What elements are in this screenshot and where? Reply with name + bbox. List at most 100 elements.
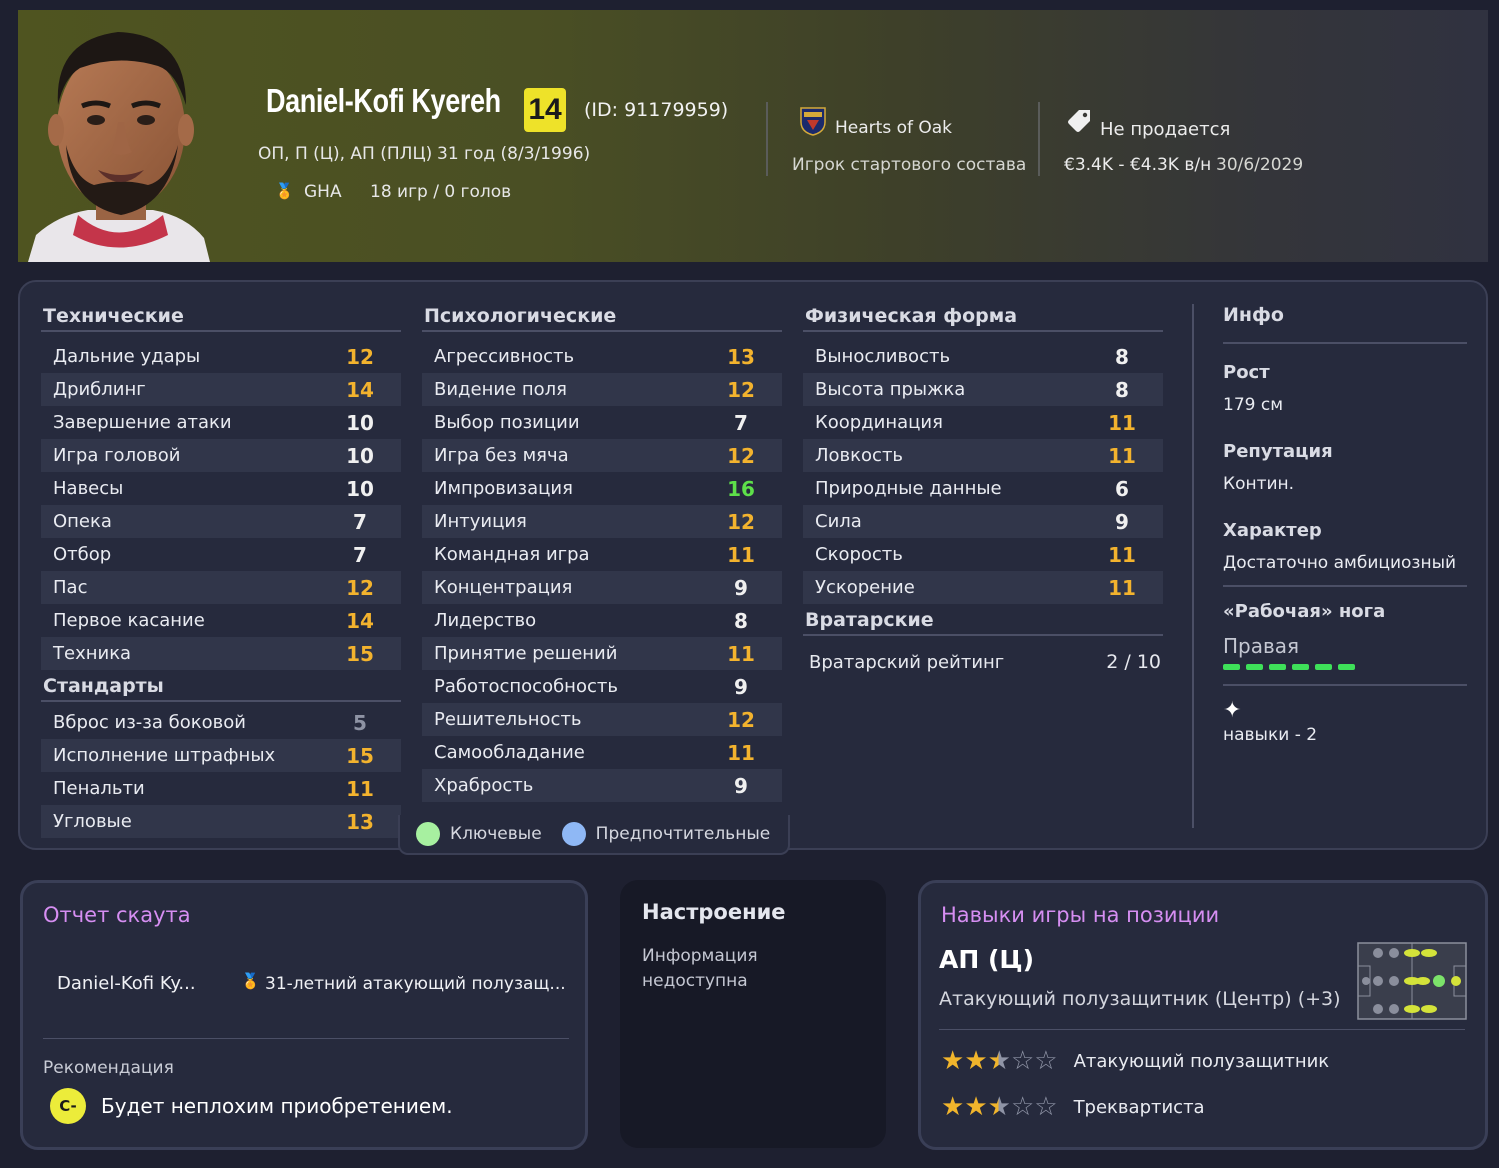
attribute-row[interactable]: Командная игра 11 bbox=[422, 538, 782, 571]
attribute-row[interactable]: Пенальти 11 bbox=[41, 772, 401, 805]
attribute-label: Первое касание bbox=[53, 610, 205, 631]
attribute-row[interactable]: Лидерство 8 bbox=[422, 604, 782, 637]
attribute-label: Лидерство bbox=[434, 610, 537, 631]
attribute-label: Храбрость bbox=[434, 775, 534, 796]
attribute-row[interactable]: Вброс из-за боковой 5 bbox=[41, 706, 401, 739]
attribute-row[interactable]: Импровизация 16 bbox=[422, 472, 782, 505]
attribute-label: Работоспособность bbox=[434, 676, 618, 697]
attribute-row[interactable]: Сила 9 bbox=[803, 505, 1163, 538]
attribute-row[interactable]: Исполнение штрафных 15 bbox=[41, 739, 401, 772]
attribute-value: 15 bbox=[346, 641, 374, 666]
preferred-attributes-label[interactable]: Предпочтительные bbox=[596, 824, 771, 844]
attribute-row[interactable]: Работоспособность 9 bbox=[422, 670, 782, 703]
attribute-row[interactable]: Игра головой 10 bbox=[41, 439, 401, 472]
sparkle-icon[interactable]: ✦ bbox=[1223, 698, 1467, 723]
attribute-label: Командная игра bbox=[434, 544, 590, 565]
set-pieces-title: Стандарты bbox=[41, 674, 401, 702]
scout-player-name[interactable]: Daniel-Kofi Ky... bbox=[57, 973, 196, 994]
info-column: Инфо Рост 179 см Репутация Контин. Харак… bbox=[1223, 304, 1467, 745]
star-icon: ☆ bbox=[1010, 1046, 1034, 1076]
attribute-row[interactable]: Игра без мяча 12 bbox=[422, 439, 782, 472]
traits-link[interactable]: навыки - 2 bbox=[1223, 725, 1467, 745]
attribute-row[interactable]: Дальние удары 12 bbox=[41, 340, 401, 373]
attribute-row[interactable]: Дриблинг 14 bbox=[41, 373, 401, 406]
attribute-row[interactable]: Агрессивность 13 bbox=[422, 340, 782, 373]
star-icon: ☆ bbox=[1010, 1092, 1034, 1122]
attribute-label: Дриблинг bbox=[53, 379, 146, 400]
player-positions: ОП, П (Ц), АП (ПЛЦ) bbox=[258, 144, 433, 164]
attribute-row[interactable]: Высота прыжка 8 bbox=[803, 373, 1163, 406]
attribute-value: 11 bbox=[727, 740, 755, 765]
foot-strength-bar bbox=[1223, 664, 1467, 686]
recommendation-grade-badge: C- bbox=[50, 1088, 86, 1124]
attribute-value: 6 bbox=[1115, 476, 1129, 501]
key-attributes-label[interactable]: Ключевые bbox=[450, 824, 542, 844]
attribute-row[interactable]: Видение поля 12 bbox=[422, 373, 782, 406]
star-icon: ★ bbox=[941, 1092, 964, 1122]
attribute-row[interactable]: Концентрация 9 bbox=[422, 571, 782, 604]
attribute-row[interactable]: Координация 11 bbox=[803, 406, 1163, 439]
attribute-value: 13 bbox=[346, 809, 374, 834]
attribute-row[interactable]: Навесы 10 bbox=[41, 472, 401, 505]
attribute-row[interactable]: Храбрость 9 bbox=[422, 769, 782, 802]
scout-report-card[interactable]: Отчет скаута Daniel-Kofi Ky... 🏅 31-летн… bbox=[20, 880, 588, 1150]
attribute-row[interactable]: Угловые 13 bbox=[41, 805, 401, 838]
attribute-row[interactable]: Решительность 12 bbox=[422, 703, 782, 736]
nationality[interactable]: GHA bbox=[304, 182, 342, 202]
attribute-row[interactable]: Ускорение 11 bbox=[803, 571, 1163, 604]
attribute-value: 13 bbox=[727, 344, 755, 369]
attribute-row[interactable]: Выносливость 8 bbox=[803, 340, 1163, 373]
wage-range: €3.4K - €4.3K в/н bbox=[1064, 155, 1212, 175]
mental-title: Психологические bbox=[422, 304, 782, 332]
position-skills-card[interactable]: Навыки игры на позиции АП (Ц) Атакующий … bbox=[918, 880, 1488, 1150]
attribute-value: 11 bbox=[727, 542, 755, 567]
attribute-label: Импровизация bbox=[434, 478, 573, 499]
attribute-row[interactable]: Выбор позиции 7 bbox=[422, 406, 782, 439]
mental-rows: Агрессивность 13 Видение поля 12 Выбор позиц… bbox=[422, 340, 782, 802]
role-rating-row[interactable]: ★ ★ ★ ☆ ☆ Атакующий полузащитник bbox=[941, 1046, 1329, 1076]
attribute-row[interactable]: Самообладание 11 bbox=[422, 736, 782, 769]
pitch-positions-map[interactable] bbox=[1357, 942, 1467, 1020]
position-short: АП (Ц) bbox=[939, 945, 1035, 974]
attribute-row[interactable]: Отбор 7 bbox=[41, 538, 401, 571]
attribute-label: Скорость bbox=[815, 544, 903, 565]
attribute-label: Решительность bbox=[434, 709, 582, 730]
recommendation-label: Рекомендация bbox=[43, 1058, 174, 1078]
attribute-row[interactable]: Природные данные 6 bbox=[803, 472, 1163, 505]
club-name[interactable]: Hearts of Oak bbox=[835, 118, 952, 138]
attribute-row[interactable]: Пас 12 bbox=[41, 571, 401, 604]
technical-rows: Дальние удары 12 Дриблинг 14 Завершение атак… bbox=[41, 340, 401, 670]
role-rating-row[interactable]: ★ ★ ★ ☆ ☆ Треквартиста bbox=[941, 1092, 1205, 1122]
attribute-row[interactable]: Первое касание 14 bbox=[41, 604, 401, 637]
preferred-attributes-dot bbox=[561, 822, 586, 846]
attribute-value: 9 bbox=[734, 575, 748, 600]
attribute-label: Ускорение bbox=[815, 577, 915, 598]
attribute-label: Дальние удары bbox=[53, 346, 201, 367]
position-skills-title: Навыки игры на позиции bbox=[941, 903, 1220, 927]
attribute-row[interactable]: Интуиция 12 bbox=[422, 505, 782, 538]
attribute-label: Координация bbox=[815, 412, 943, 433]
divider bbox=[939, 1029, 1465, 1030]
attribute-value: 12 bbox=[727, 377, 755, 402]
attribute-label: Сила bbox=[815, 511, 862, 532]
personality-label: Характер bbox=[1223, 520, 1322, 541]
attribute-row[interactable]: Техника 15 bbox=[41, 637, 401, 670]
divider bbox=[43, 1038, 569, 1039]
height-value: 179 см bbox=[1223, 395, 1284, 415]
attribute-row[interactable]: Опека 7 bbox=[41, 505, 401, 538]
attribute-value: 10 bbox=[346, 476, 374, 501]
attribute-value: 11 bbox=[727, 641, 755, 666]
attribute-row[interactable]: Скорость 11 bbox=[803, 538, 1163, 571]
attribute-row[interactable]: Завершение атаки 10 bbox=[41, 406, 401, 439]
attribute-value: 12 bbox=[727, 707, 755, 732]
attribute-row[interactable]: Принятие решений 11 bbox=[422, 637, 782, 670]
preferred-foot-value: Правая bbox=[1223, 634, 1300, 658]
attribute-label: Угловые bbox=[53, 811, 132, 832]
club-badge-icon[interactable] bbox=[800, 106, 826, 136]
attribute-row[interactable]: Ловкость 11 bbox=[803, 439, 1163, 472]
position-full: Атакующий полузащитник (Центр) (+3) bbox=[939, 988, 1341, 1010]
attribute-label: Игра головой bbox=[53, 445, 181, 466]
price-tag-icon bbox=[1068, 110, 1090, 132]
mood-unavailable-line2: недоступна bbox=[642, 971, 748, 991]
attribute-label: Агрессивность bbox=[434, 346, 575, 367]
